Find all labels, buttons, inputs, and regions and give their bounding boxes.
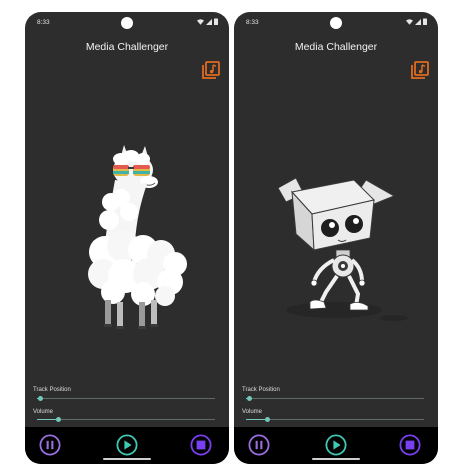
- playlist-icon[interactable]: [410, 60, 430, 80]
- slider-track: [37, 419, 215, 421]
- play-button[interactable]: [325, 434, 347, 456]
- volume-label: Volume: [242, 409, 263, 415]
- slider-thumb[interactable]: [264, 417, 270, 422]
- camera-cutout: [121, 17, 133, 29]
- signal-icon: [206, 18, 212, 25]
- status-bar: 8:33: [25, 12, 229, 32]
- pause-button[interactable]: [248, 434, 270, 456]
- playlist-icon[interactable]: [201, 60, 221, 80]
- status-icons: [406, 18, 427, 25]
- slider-track: [246, 419, 424, 421]
- status-icons: [197, 18, 218, 25]
- slider-track: [246, 398, 424, 400]
- phone-screen-llama: 8:33 Media Challenger Track Position Vol…: [25, 12, 229, 464]
- slider-thumb[interactable]: [55, 417, 61, 422]
- slider-track: [37, 398, 215, 400]
- battery-icon: [214, 18, 218, 25]
- app-title: Media Challenger: [85, 41, 169, 53]
- track-position-label: Track Position: [242, 387, 280, 393]
- play-button[interactable]: [116, 434, 138, 456]
- status-time: 8:33: [37, 19, 50, 26]
- pause-button[interactable]: [39, 434, 61, 456]
- track-position-slider[interactable]: [37, 396, 215, 402]
- stop-button[interactable]: [399, 434, 421, 456]
- status-time: 8:33: [246, 19, 259, 26]
- wifi-icon: [197, 18, 204, 25]
- volume-slider[interactable]: [37, 417, 215, 423]
- track-position-slider[interactable]: [246, 396, 424, 402]
- playback-controls: [25, 427, 229, 464]
- volume-slider[interactable]: [246, 417, 424, 423]
- slider-thumb[interactable]: [247, 396, 253, 401]
- box-head-robot-icon: [277, 177, 408, 321]
- battery-icon: [423, 18, 427, 25]
- home-indicator[interactable]: [312, 458, 360, 460]
- stop-button[interactable]: [190, 434, 212, 456]
- status-bar: 8:33: [234, 12, 438, 32]
- phone-screen-robot: 8:33 Media Challenger Track Position Vol…: [234, 12, 438, 464]
- app-title: Media Challenger: [294, 41, 378, 53]
- track-position-label: Track Position: [33, 387, 71, 393]
- wifi-icon: [406, 18, 413, 25]
- slider-thumb[interactable]: [38, 396, 44, 401]
- llama-with-sunglasses-icon: [88, 145, 187, 329]
- volume-label: Volume: [33, 409, 54, 415]
- playback-controls: [234, 427, 438, 464]
- home-indicator[interactable]: [103, 458, 151, 460]
- camera-cutout: [330, 17, 342, 29]
- signal-icon: [415, 18, 421, 25]
